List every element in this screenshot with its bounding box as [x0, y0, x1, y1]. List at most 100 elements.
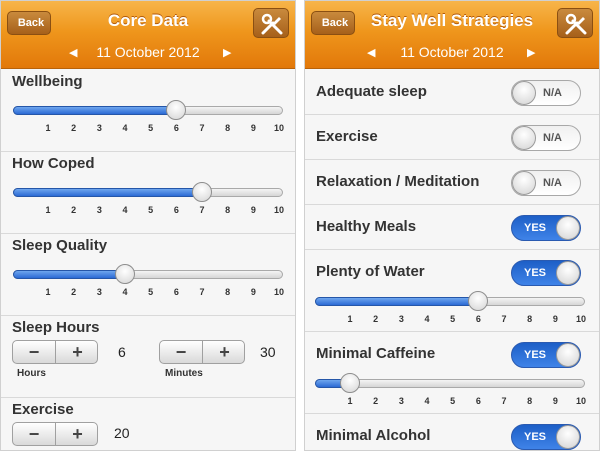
slider-fill: [13, 106, 177, 115]
strategy-label: Minimal Alcohol: [316, 427, 431, 444]
date-label: 11 October 2012: [400, 44, 504, 60]
how-coped-slider[interactable]: [13, 182, 283, 202]
decrement-button[interactable]: −: [160, 341, 203, 363]
tick-label: 1: [45, 205, 51, 215]
slider-scale: 1 2 3 4 5 6 7 8 9 10: [315, 396, 586, 408]
stay-well-strategies-screen: Back Stay Well Strategies ◀ 11 October 2…: [304, 0, 600, 451]
tick-label: 1: [45, 287, 51, 297]
tick-label: 10: [273, 123, 284, 133]
healthy-meals-toggle[interactable]: YES: [511, 215, 581, 241]
strategy-label: Relaxation / Meditation: [316, 173, 480, 190]
tick-label: 2: [71, 123, 77, 133]
slider-thumb[interactable]: [340, 373, 360, 393]
section-exercise: Exercise − + 20: [1, 398, 295, 450]
increment-button[interactable]: +: [203, 341, 244, 363]
strategy-label: Healthy Meals: [316, 218, 417, 235]
increment-button[interactable]: +: [56, 423, 97, 445]
tick-label: 1: [347, 314, 353, 324]
strategy-row: Adequate sleep N/A: [305, 70, 599, 115]
adequate-sleep-toggle[interactable]: N/A: [511, 80, 581, 106]
relaxation-meditation-toggle[interactable]: N/A: [511, 170, 581, 196]
tick-label: 6: [173, 287, 179, 297]
tick-label: 8: [527, 396, 533, 406]
tick-label: 3: [398, 314, 404, 324]
tick-label: 3: [96, 287, 102, 297]
strategy-label: Plenty of Water: [316, 263, 425, 280]
page-title: Stay Well Strategies: [370, 11, 534, 30]
slider-scale: 1 2 3 4 5 6 7 8 9 10: [13, 123, 284, 135]
toggle-knob: [556, 425, 580, 449]
section-label: Sleep Quality: [12, 237, 108, 254]
hours-stepper[interactable]: − +: [12, 340, 98, 364]
tick-label: 2: [373, 314, 379, 324]
tools-button[interactable]: [253, 8, 289, 38]
slider-thumb[interactable]: [166, 100, 187, 120]
toggle-knob: [556, 216, 580, 240]
next-date-icon[interactable]: ▶: [527, 46, 535, 59]
section-label: Exercise: [12, 401, 74, 418]
tick-label: 10: [575, 314, 586, 324]
tick-label: 7: [501, 396, 507, 406]
slider-fill: [13, 188, 202, 197]
toggle-state: N/A: [543, 177, 562, 189]
header-bar: Back Stay Well Strategies ◀ 11 October 2…: [305, 1, 599, 69]
strategy-row: Exercise N/A: [305, 115, 599, 160]
section-sleep-quality: Sleep Quality 1 2 3 4 5 6 7 8 9 10: [1, 234, 295, 316]
back-button[interactable]: Back: [7, 11, 51, 35]
plenty-of-water-slider[interactable]: [315, 291, 585, 311]
tick-label: 6: [475, 396, 481, 406]
increment-button[interactable]: +: [56, 341, 97, 363]
exercise-stepper[interactable]: − +: [12, 422, 98, 446]
decrement-button[interactable]: −: [13, 423, 56, 445]
strategy-row: Minimal Alcohol YES: [305, 414, 599, 450]
strategy-row: Healthy Meals YES: [305, 205, 599, 250]
strategy-row: Relaxation / Meditation N/A: [305, 160, 599, 205]
tick-label: 2: [373, 396, 379, 406]
date-label: 11 October 2012: [96, 44, 200, 60]
tick-label: 3: [96, 123, 102, 133]
tools-icon: [565, 13, 587, 35]
section-label: How Coped: [12, 155, 95, 172]
minutes-stepper[interactable]: − +: [159, 340, 245, 364]
tick-label: 4: [122, 287, 128, 297]
exercise-toggle[interactable]: N/A: [511, 125, 581, 151]
minimal-caffeine-slider[interactable]: [315, 373, 585, 393]
section-label: Wellbeing: [12, 73, 83, 90]
tick-label: 5: [450, 396, 456, 406]
tick-label: 2: [71, 205, 77, 215]
strategy-label: Minimal Caffeine: [316, 345, 436, 362]
minutes-unit-label: Minutes: [165, 368, 203, 379]
strategy-label: Adequate sleep: [316, 83, 427, 100]
toggle-state: YES: [524, 267, 547, 279]
minimal-caffeine-toggle[interactable]: YES: [511, 342, 581, 368]
tick-label: 8: [225, 123, 231, 133]
toggle-knob: [512, 81, 536, 105]
tick-label: 9: [250, 205, 256, 215]
tools-button[interactable]: [557, 8, 593, 38]
slider-fill: [315, 297, 479, 306]
tick-label: 10: [273, 205, 284, 215]
hours-value: 6: [118, 344, 126, 360]
toggle-knob: [512, 126, 536, 150]
slider-thumb[interactable]: [115, 264, 135, 284]
tick-label: 1: [347, 396, 353, 406]
section-sleep-hours: Sleep Hours − + 6 Hours − + 30 Minutes: [1, 316, 295, 398]
minimal-alcohol-toggle[interactable]: YES: [511, 424, 581, 450]
back-button[interactable]: Back: [311, 11, 355, 35]
tick-label: 8: [225, 287, 231, 297]
core-data-screen: Back Core Data ◀ 11 October 2012 ▶ Wellb…: [0, 0, 296, 451]
slider-thumb[interactable]: [192, 182, 212, 202]
plenty-of-water-toggle[interactable]: YES: [511, 260, 581, 286]
wellbeing-slider[interactable]: [13, 100, 283, 120]
tick-label: 10: [575, 396, 586, 406]
hours-unit-label: Hours: [17, 368, 46, 379]
decrement-button[interactable]: −: [13, 341, 56, 363]
tick-label: 7: [501, 314, 507, 324]
slider-thumb[interactable]: [468, 291, 489, 311]
next-date-icon[interactable]: ▶: [223, 46, 231, 59]
tick-label: 8: [527, 314, 533, 324]
tick-label: 9: [552, 314, 558, 324]
toggle-knob: [556, 343, 580, 367]
sleep-quality-slider[interactable]: [13, 264, 283, 284]
date-navigator: ◀ 11 October 2012 ▶: [305, 43, 599, 65]
